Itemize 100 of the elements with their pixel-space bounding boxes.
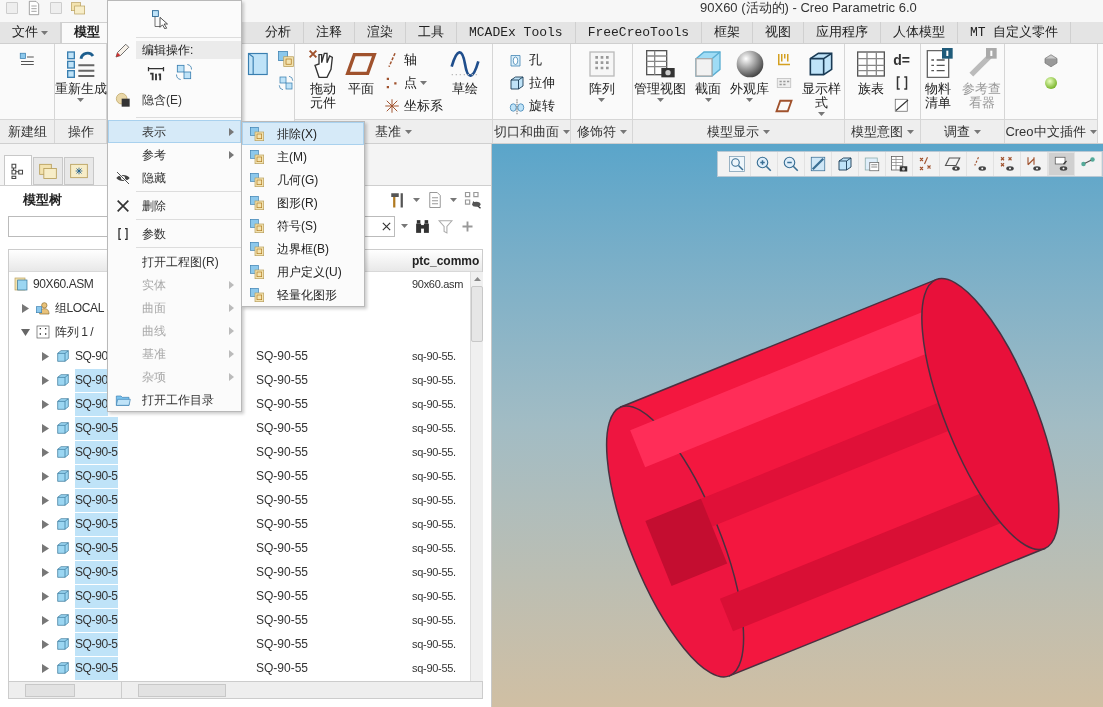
rotate-icon[interactable]	[277, 74, 295, 92]
menu-item[interactable]: 几何(G)	[242, 168, 364, 191]
collapsed-arrow-icon[interactable]	[40, 543, 50, 553]
replace-icon[interactable]	[174, 62, 194, 82]
table-cell: SQ-90-55	[256, 445, 309, 459]
tree-display-icon[interactable]	[463, 190, 483, 210]
scroll-thumb[interactable]	[471, 286, 483, 342]
column-header[interactable]: ptc_commo	[412, 251, 480, 270]
menu-item[interactable]: 图形(R)	[242, 191, 364, 214]
group-label[interactable]: Creo中文插件	[1005, 121, 1097, 142]
collapsed-arrow-icon[interactable]	[40, 399, 50, 409]
ribbon-button[interactable]: 孔	[508, 50, 555, 70]
tree-item-label[interactable]: SQ-90	[75, 392, 108, 416]
collapsed-arrow-icon[interactable]	[40, 447, 50, 457]
tree-item-label[interactable]: SQ-90-5	[75, 464, 118, 488]
ribbon-button[interactable]: 管理视图	[634, 48, 686, 102]
scroll-up-icon[interactable]	[473, 277, 481, 281]
tree-item-label[interactable]: SQ-90-5	[75, 608, 118, 632]
ribbon-button[interactable]: 重新生成	[54, 48, 107, 102]
ribbon-button[interactable]: 显示样式	[799, 48, 843, 116]
vertical-scrollbar[interactable]	[470, 272, 483, 681]
caret-icon	[763, 129, 770, 134]
ribbon-button[interactable]: 轴	[382, 50, 443, 70]
menu-item[interactable]: 打开工程图(R)	[108, 245, 241, 273]
collapsed-arrow-icon[interactable]	[40, 639, 50, 649]
collapsed-arrow-icon[interactable]	[40, 591, 50, 601]
ribbon-button[interactable]: 截面	[692, 48, 724, 102]
tree-item-label[interactable]: SQ-90-5	[75, 560, 118, 584]
collapsed-arrow-icon[interactable]	[40, 567, 50, 577]
ribbon-button[interactable]: 外观库	[730, 48, 769, 102]
view-tool-button[interactable]	[1048, 152, 1075, 176]
ribbon-button[interactable]: 坐标系	[382, 96, 443, 116]
tree-item-label[interactable]: 阵列 1 /	[55, 320, 94, 344]
collapsed-arrow-icon[interactable]	[40, 471, 50, 481]
copy-icon[interactable]	[277, 50, 295, 68]
menu-item[interactable]: 打开工作目录	[108, 388, 241, 411]
collapsed-arrow-icon[interactable]	[40, 423, 50, 433]
collapsed-arrow-icon[interactable]	[40, 495, 50, 505]
ribbon-tab[interactable]: 框架	[702, 22, 754, 43]
ribbon-tab[interactable]: 分析	[253, 22, 304, 43]
menu-item[interactable]: 参数	[108, 217, 241, 245]
table-cell: sq-90-55.	[412, 374, 456, 386]
part-icon	[55, 516, 71, 532]
ribbon-tab[interactable]: MT 自定义零件	[958, 22, 1072, 43]
menu-item[interactable]: 主(M)	[242, 145, 364, 168]
tree-item-label[interactable]: SQ-90	[75, 344, 108, 368]
collapsed-arrow-icon[interactable]	[40, 351, 50, 361]
tree-item-label[interactable]: SQ-90-5	[75, 488, 118, 512]
expanded-arrow-icon[interactable]	[20, 327, 30, 337]
tree-item-label[interactable]: SQ-90	[75, 368, 108, 392]
tree-item-label[interactable]: SQ-90-5	[75, 584, 118, 608]
group-label[interactable]: 基准	[375, 121, 412, 142]
tree-item-label[interactable]: SQ-90-5	[75, 632, 118, 656]
relations-button[interactable]: d=	[892, 50, 911, 70]
list-icon[interactable]	[426, 191, 444, 209]
binoculars-icon[interactable]	[414, 217, 431, 235]
ribbon-tab[interactable]: 渲染	[355, 22, 406, 43]
menu-item[interactable]: 边界框(B)	[242, 237, 364, 260]
ribbon-tab[interactable]: MCADEx Tools	[457, 22, 576, 43]
collapsed-arrow-icon[interactable]	[40, 519, 50, 529]
ribbon-tab[interactable]: 应用程序	[804, 22, 882, 43]
menu-item[interactable]: 排除(X)	[242, 122, 364, 145]
menu-item[interactable]: 隐藏	[108, 166, 241, 189]
menu-item[interactable]: 用户定义(U)	[242, 260, 364, 283]
clear-icon[interactable]	[381, 220, 392, 232]
ribbon-tab[interactable]: 人体模型	[881, 22, 959, 43]
submenu-arrow-icon	[229, 280, 234, 289]
ribbon-button[interactable]: 旋转	[508, 96, 555, 116]
tree-item-label[interactable]: SQ-90-5	[75, 440, 118, 464]
ribbon-button[interactable]: 草绘	[448, 48, 481, 96]
ribbon-button[interactable]: 拉伸	[508, 73, 555, 93]
ribbon-button[interactable]: 拖动元件	[306, 48, 339, 110]
tree-item-label[interactable]: SQ-90-5	[75, 512, 118, 536]
ribbon-button[interactable]: 阵列	[585, 48, 618, 102]
tree-item-label[interactable]: 90X60.ASM	[33, 272, 94, 296]
tree-item-label[interactable]: SQ-90-5	[75, 656, 118, 680]
ribbon-tab[interactable]: 视图	[753, 22, 805, 43]
menu-item[interactable]: 隐含(E)	[108, 85, 241, 115]
menu-item[interactable]: 参考	[108, 143, 241, 166]
group-label[interactable]: 切口和曲面	[493, 121, 570, 142]
menu-item[interactable]: 删除	[108, 189, 241, 217]
collapsed-arrow-icon[interactable]	[40, 375, 50, 385]
ribbon-button[interactable]: 平面	[344, 48, 377, 96]
tree-item-label[interactable]: SQ-90-5	[75, 416, 118, 440]
ribbon-button[interactable]: 物料清单	[921, 48, 954, 110]
model-tree-tab[interactable]	[4, 155, 32, 185]
collapsed-arrow-icon[interactable]	[20, 303, 30, 313]
menu-item[interactable]: 轻量化图形	[242, 283, 364, 306]
camera-icon	[890, 155, 908, 173]
tree-item-label[interactable]: SQ-90-5	[75, 536, 118, 560]
ribbon-button[interactable]: 族表	[854, 48, 887, 96]
collapsed-arrow-icon[interactable]	[40, 615, 50, 625]
tree-item-label[interactable]: 组LOCAL	[55, 296, 104, 320]
ribbon-tab[interactable]: 注释	[304, 22, 355, 43]
collapsed-arrow-icon[interactable]	[40, 663, 50, 673]
ribbon-tab[interactable]: 工具	[406, 22, 457, 43]
ribbon-button[interactable]: 点	[382, 73, 443, 93]
menu-item[interactable]: 符号(S)	[242, 214, 364, 237]
select-icon[interactable]	[150, 9, 170, 29]
ribbon-tab[interactable]: FreeCreoTools	[575, 22, 703, 43]
